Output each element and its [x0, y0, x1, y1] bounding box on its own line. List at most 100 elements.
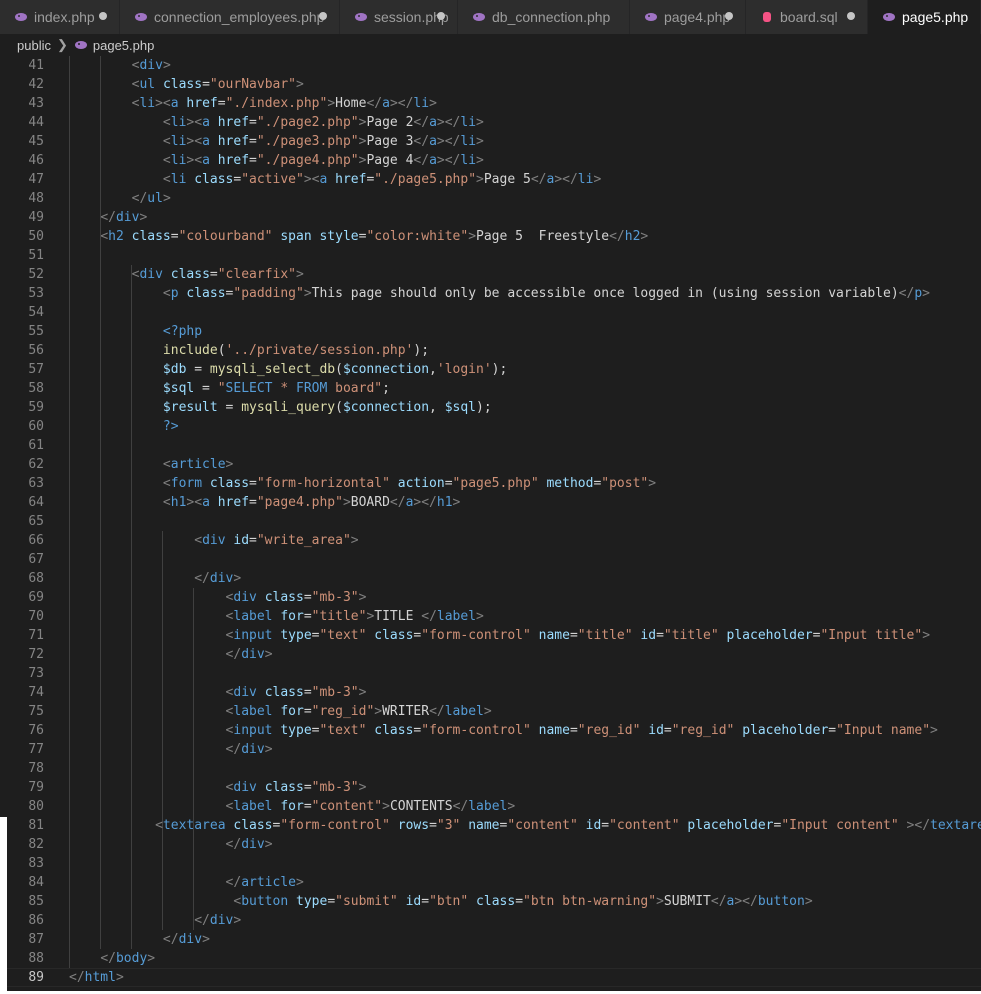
code-line[interactable]: 59 $result = mysqli_query($connection, $…: [0, 398, 981, 417]
code-line[interactable]: 74 <div class="mb-3">: [0, 683, 981, 702]
code-line[interactable]: 75 <label for="reg_id">WRITER</label>: [0, 702, 981, 721]
line-number: 50: [28, 229, 44, 244]
code-line[interactable]: 66 <div id="write_area">: [0, 531, 981, 550]
code-line[interactable]: 58 $sql = "SELECT * FROM board";: [0, 379, 981, 398]
unsaved-dot-icon[interactable]: [99, 12, 107, 20]
code-text: <label for="content">CONTENTS</label>: [69, 797, 516, 816]
code-token: =: [194, 381, 218, 396]
code-line[interactable]: 42 <ul class="ourNavbar">: [0, 75, 981, 94]
code-line[interactable]: 63 <form class="form-horizontal" action=…: [0, 474, 981, 493]
code-line[interactable]: 87 </div>: [0, 930, 981, 949]
code-line[interactable]: 69 <div class="mb-3">: [0, 588, 981, 607]
code-line[interactable]: 71 <input type="text" class="form-contro…: [0, 626, 981, 645]
line-number: 69: [28, 590, 44, 605]
code-line[interactable]: 48 </ul>: [0, 189, 981, 208]
code-line[interactable]: 84 </article>: [0, 873, 981, 892]
code-token: placeholder: [726, 628, 813, 643]
tab-session-php[interactable]: session.php: [340, 0, 458, 34]
code-line[interactable]: 41 <div>: [0, 56, 981, 75]
code-line[interactable]: 68 </div>: [0, 569, 981, 588]
code-line[interactable]: 64 <h1><a href="page4.php">BOARD</a></h1…: [0, 493, 981, 512]
code-line[interactable]: 80 <label for="content">CONTENTS</label>: [0, 797, 981, 816]
code-token: "./page5.php": [374, 172, 477, 187]
code-token: </: [162, 932, 179, 947]
code-line[interactable]: 86 </div>: [0, 911, 981, 930]
line-number: 71: [28, 628, 44, 643]
code-line[interactable]: 77 </div>: [0, 740, 981, 759]
code-token: <: [162, 115, 171, 130]
code-token: ul: [147, 191, 163, 206]
code-line[interactable]: 62 <article>: [0, 455, 981, 474]
code-token: >: [930, 723, 938, 738]
code-line[interactable]: 83: [0, 854, 981, 873]
code-line[interactable]: 52 <div class="clearfix">: [0, 265, 981, 284]
code-editor[interactable]: 41 <div> 42 <ul class="ourNavbar"> 43 <li>…: [0, 56, 981, 994]
unsaved-dot-icon[interactable]: [847, 12, 855, 20]
line-number: 53: [28, 286, 44, 301]
code-line[interactable]: 44 <li><a href="./page2.php">Page 2</a><…: [0, 113, 981, 132]
code-token: );: [476, 400, 492, 415]
database-icon: [763, 12, 771, 22]
line-number: 74: [28, 685, 44, 700]
tab-connection-employees-php[interactable]: connection_employees.php: [120, 0, 340, 34]
breadcrumb-file[interactable]: page5.php: [93, 38, 154, 53]
unsaved-dot-icon[interactable]: [437, 12, 445, 20]
code-line[interactable]: 51: [0, 246, 981, 265]
line-number: 77: [28, 742, 44, 757]
code-token: ></: [436, 134, 461, 149]
code-line[interactable]: 55 <?php: [0, 322, 981, 341]
code-line[interactable]: 82 </div>: [0, 835, 981, 854]
code-line[interactable]: 45 <li><a href="./page3.php">Page 3</a><…: [0, 132, 981, 151]
code-token: (: [335, 400, 343, 415]
code-token: >: [303, 286, 312, 301]
code-token: *: [272, 381, 296, 396]
code-token: >: [358, 590, 367, 605]
tab-page4-php[interactable]: page4.php: [630, 0, 746, 34]
code-token: </: [413, 153, 430, 168]
tab-board-sql[interactable]: board.sql: [746, 0, 868, 34]
unsaved-dot-icon[interactable]: [725, 12, 733, 20]
code-line[interactable]: 78: [0, 759, 981, 778]
code-line[interactable]: 67: [0, 550, 981, 569]
code-line[interactable]: 79 <div class="mb-3">: [0, 778, 981, 797]
code-line[interactable]: 72 </div>: [0, 645, 981, 664]
code-line[interactable]: 85 <button type="submit" id="btn" class=…: [0, 892, 981, 911]
code-token: </: [421, 609, 437, 624]
tab-page5-php[interactable]: page5.php: [868, 0, 981, 34]
code-line[interactable]: 47 <li class="active"><a href="./page5.p…: [0, 170, 981, 189]
code-line[interactable]: 65: [0, 512, 981, 531]
breadcrumb-folder[interactable]: public: [17, 38, 51, 53]
code-token: div: [241, 742, 265, 757]
code-line[interactable]: 89 </html>: [0, 968, 981, 987]
code-line[interactable]: 43 <li><a href="./index.php">Home</a></l…: [0, 94, 981, 113]
code-token: <: [162, 495, 171, 510]
code-line[interactable]: 56 include('../private/session.php');: [0, 341, 981, 360]
code-line[interactable]: 88 </body>: [0, 949, 981, 968]
unsaved-dot-icon[interactable]: [319, 12, 327, 20]
tab-db-connection-php[interactable]: db_connection.php: [458, 0, 630, 34]
code-line[interactable]: 81 <textarea class="form-control" rows="…: [0, 816, 981, 835]
code-line[interactable]: 50 <h2 class="colourband" span style="co…: [0, 227, 981, 246]
code-line[interactable]: 46 <li><a href="./page4.php">Page 4</a><…: [0, 151, 981, 170]
code-token: type: [296, 894, 328, 909]
code-line[interactable]: 61: [0, 436, 981, 455]
code-token: a: [202, 495, 210, 510]
code-line[interactable]: 49 </div>: [0, 208, 981, 227]
code-token: =: [601, 818, 610, 833]
code-line[interactable]: 53 <p class="padding">This page should o…: [0, 284, 981, 303]
code-line[interactable]: 76 <input type="text" class="form-contro…: [0, 721, 981, 740]
code-token: =: [202, 77, 210, 92]
code-line[interactable]: 73: [0, 664, 981, 683]
code-token: Page 2: [366, 115, 414, 130]
code-line[interactable]: 70 <label for="title">TITLE </label>: [0, 607, 981, 626]
code-token: a: [429, 134, 437, 149]
code-line[interactable]: 57 $db = mysqli_select_db($connection,'l…: [0, 360, 981, 379]
tab-index-php[interactable]: index.php: [0, 0, 120, 34]
code-line[interactable]: 54: [0, 303, 981, 322]
code-line[interactable]: 60 ?>: [0, 417, 981, 436]
